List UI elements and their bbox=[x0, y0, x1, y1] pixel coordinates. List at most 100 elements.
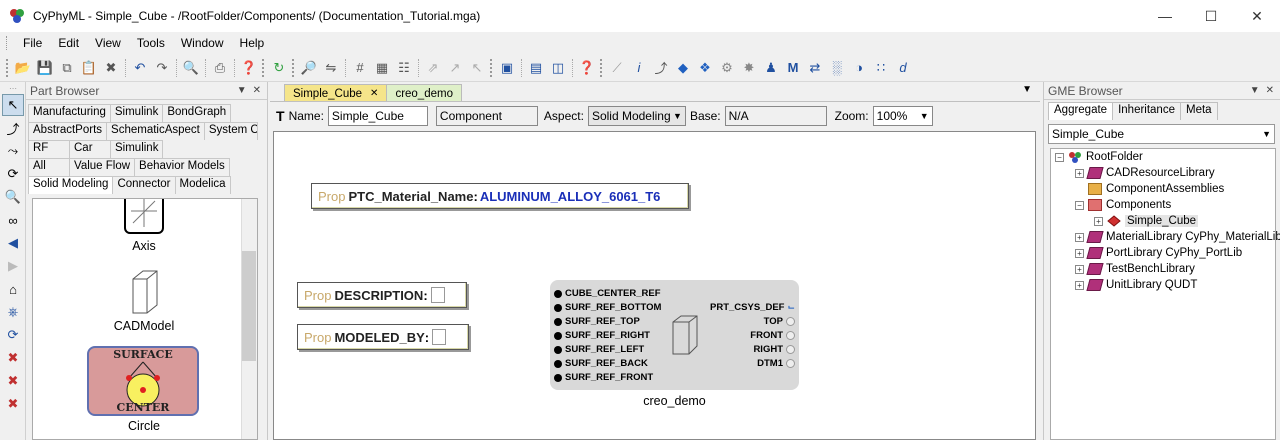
menu-help[interactable]: Help bbox=[232, 36, 273, 50]
panel-icon[interactable]: ▣ bbox=[497, 58, 517, 78]
grid-icon[interactable]: # bbox=[350, 58, 370, 78]
home-icon[interactable]: ⌂ bbox=[2, 278, 24, 300]
model-canvas[interactable]: Prop PTC_Material_Name : ALUMINUM_ALLOY_… bbox=[273, 131, 1036, 440]
parts-scrollbar[interactable] bbox=[241, 199, 257, 439]
menu-edit[interactable]: Edit bbox=[50, 36, 87, 50]
tab-all[interactable]: All bbox=[28, 158, 70, 176]
bar-chart-icon[interactable]: ░ bbox=[827, 58, 847, 78]
tab-systemc[interactable]: System C bbox=[203, 122, 258, 140]
save-icon[interactable]: 💾 bbox=[35, 58, 55, 78]
zoom-icon[interactable]: 🔎 bbox=[299, 58, 319, 78]
tab-meta[interactable]: Meta bbox=[1179, 102, 1218, 120]
menu-tools[interactable]: Tools bbox=[129, 36, 173, 50]
menu-file[interactable]: File bbox=[15, 36, 50, 50]
split-v-icon[interactable]: ◫ bbox=[548, 58, 568, 78]
connector-icon[interactable]: ⤴ bbox=[651, 58, 671, 78]
text-tool-icon[interactable]: T bbox=[276, 108, 285, 124]
tab-connector[interactable]: Connector bbox=[112, 176, 176, 194]
tab-simulink-2[interactable]: Simulink bbox=[110, 140, 164, 158]
tree-node-unitlibrary[interactable]: + UnitLibrary QUDT bbox=[1075, 277, 1197, 293]
derivative-icon[interactable]: d bbox=[893, 58, 913, 78]
gme-selector-dropdown[interactable]: Simple_Cube ▼ bbox=[1048, 124, 1275, 144]
pin-icon[interactable]: ▼ bbox=[237, 85, 247, 96]
tree-node-rootfolder[interactable]: − RootFolder bbox=[1055, 149, 1143, 165]
tree-node-componentassemblies[interactable]: ComponentAssemblies bbox=[1088, 181, 1224, 197]
tab-solid-modeling[interactable]: Solid Modeling bbox=[28, 176, 114, 194]
panel-close-icon[interactable]: ✕ bbox=[253, 85, 261, 96]
find-icon[interactable]: 🔍 bbox=[181, 58, 201, 78]
network-icon[interactable]: ✸ bbox=[739, 58, 759, 78]
tree-node-simple-cube[interactable]: + Simple_Cube bbox=[1094, 213, 1199, 229]
cube-icon[interactable]: ❖ bbox=[695, 58, 715, 78]
port-dtm1[interactable]: DTM1 bbox=[757, 358, 795, 369]
tab-bondgraph[interactable]: BondGraph bbox=[162, 104, 232, 122]
port-surf-ref-bottom[interactable]: SURF_REF_BOTTOM bbox=[554, 302, 661, 313]
name-field[interactable]: Simple_Cube bbox=[327, 106, 428, 126]
context-help-icon[interactable]: ❓ bbox=[577, 58, 597, 78]
port-cube-center-ref[interactable]: CUBE_CENTER_REF bbox=[554, 288, 661, 299]
tree-node-materiallibrary[interactable]: + MaterialLibrary CyPhy_MaterialLib bbox=[1075, 229, 1280, 245]
pin-icon[interactable]: ▼ bbox=[1250, 85, 1260, 96]
circle-part-icon[interactable]: SURFACE CENTER bbox=[87, 346, 199, 416]
port-surf-ref-back[interactable]: SURF_REF_BACK bbox=[554, 358, 648, 369]
tab-list-dropdown-icon[interactable]: ▼ bbox=[1022, 84, 1032, 95]
tab-aggregate[interactable]: Aggregate bbox=[1048, 102, 1114, 120]
menu-view[interactable]: View bbox=[87, 36, 129, 50]
menu-window[interactable]: Window bbox=[173, 36, 232, 50]
tree-node-cadresourcelibrary[interactable]: + CADResourceLibrary bbox=[1075, 165, 1215, 181]
close-others-icon[interactable]: ✖ bbox=[2, 393, 24, 415]
axis-part-icon[interactable] bbox=[123, 198, 165, 237]
user-icon[interactable]: ♟ bbox=[761, 58, 781, 78]
model-icon[interactable]: M bbox=[783, 58, 803, 78]
tab-rf[interactable]: RF bbox=[28, 140, 70, 158]
tab-creo-demo[interactable]: creo_demo bbox=[386, 84, 462, 101]
tab-inheritance[interactable]: Inheritance bbox=[1112, 102, 1181, 120]
close-x-icon[interactable]: ✖ bbox=[2, 347, 24, 369]
connect-mode-icon[interactable]: ⤴ bbox=[2, 117, 24, 139]
tab-value-flow[interactable]: Value Flow bbox=[69, 158, 136, 176]
swap-icon[interactable]: ⇄ bbox=[805, 58, 825, 78]
aspect-select[interactable]: Solid Modeling ▼ bbox=[587, 106, 686, 126]
sliders-icon[interactable]: ∷ bbox=[871, 58, 891, 78]
connect-icon[interactable]: ⇋ bbox=[321, 58, 341, 78]
redo-icon[interactable]: ↷ bbox=[152, 58, 172, 78]
help-icon[interactable]: ❓ bbox=[239, 58, 259, 78]
port-right[interactable]: RIGHT bbox=[753, 344, 795, 355]
port-front[interactable]: FRONT bbox=[750, 330, 795, 341]
set-mode-icon[interactable]: ⟳ bbox=[2, 163, 24, 185]
property-description[interactable]: Prop DESCRIPTION : bbox=[297, 282, 467, 308]
tree-node-testbenchlibrary[interactable]: + TestBenchLibrary bbox=[1075, 261, 1195, 277]
close-all-icon[interactable]: ✖ bbox=[2, 370, 24, 392]
property-ptc-material-name[interactable]: Prop PTC_Material_Name : ALUMINUM_ALLOY_… bbox=[311, 183, 689, 209]
info-icon[interactable]: i bbox=[629, 58, 649, 78]
panel-close-icon[interactable]: ✕ bbox=[1266, 85, 1274, 96]
visualize-mode-icon[interactable]: ∞ bbox=[2, 209, 24, 231]
tab-behavior-models[interactable]: Behavior Models bbox=[134, 158, 230, 176]
select-mode-icon[interactable]: ↖ bbox=[2, 94, 24, 116]
tab-simulink[interactable]: Simulink bbox=[109, 104, 164, 122]
parts-scrollbar-thumb[interactable] bbox=[242, 251, 256, 361]
up-icon[interactable]: ⎈ bbox=[2, 301, 24, 323]
tree-node-components[interactable]: − Components bbox=[1075, 197, 1171, 213]
pointer-icon[interactable]: ↖ bbox=[467, 58, 487, 78]
zoom-select[interactable]: 100% ▼ bbox=[872, 106, 933, 126]
cadmodel-part-icon[interactable] bbox=[129, 269, 159, 315]
maximize-icon[interactable]: ☐ bbox=[1188, 0, 1234, 32]
disconnect-mode-icon[interactable]: ⤳ bbox=[2, 140, 24, 162]
gear-icon[interactable]: ⚙ bbox=[717, 58, 737, 78]
tab-schematicaspect[interactable]: SchematicAspect bbox=[106, 122, 205, 140]
globe-icon[interactable]: ◑ bbox=[849, 58, 869, 78]
port-surf-ref-top[interactable]: SURF_REF_TOP bbox=[554, 316, 640, 327]
tab-car[interactable]: Car bbox=[69, 140, 111, 158]
split-h-icon[interactable]: ▤ bbox=[526, 58, 546, 78]
undo-icon[interactable]: ↶ bbox=[130, 58, 150, 78]
tab-modelica[interactable]: Modelica bbox=[174, 176, 231, 194]
port-surf-ref-left[interactable]: SURF_REF_LEFT bbox=[554, 344, 644, 355]
tab-simple-cube[interactable]: Simple_Cube ✕ bbox=[284, 84, 388, 101]
print-icon[interactable]: ⎙ bbox=[210, 58, 230, 78]
zoom-mode-icon[interactable]: 🔍 bbox=[2, 186, 24, 208]
minimize-icon[interactable]: — bbox=[1142, 0, 1188, 32]
arrow-icon[interactable]: ↗ bbox=[445, 58, 465, 78]
align-icon[interactable]: ▦ bbox=[372, 58, 392, 78]
forward-icon[interactable]: ▶ bbox=[2, 255, 24, 277]
